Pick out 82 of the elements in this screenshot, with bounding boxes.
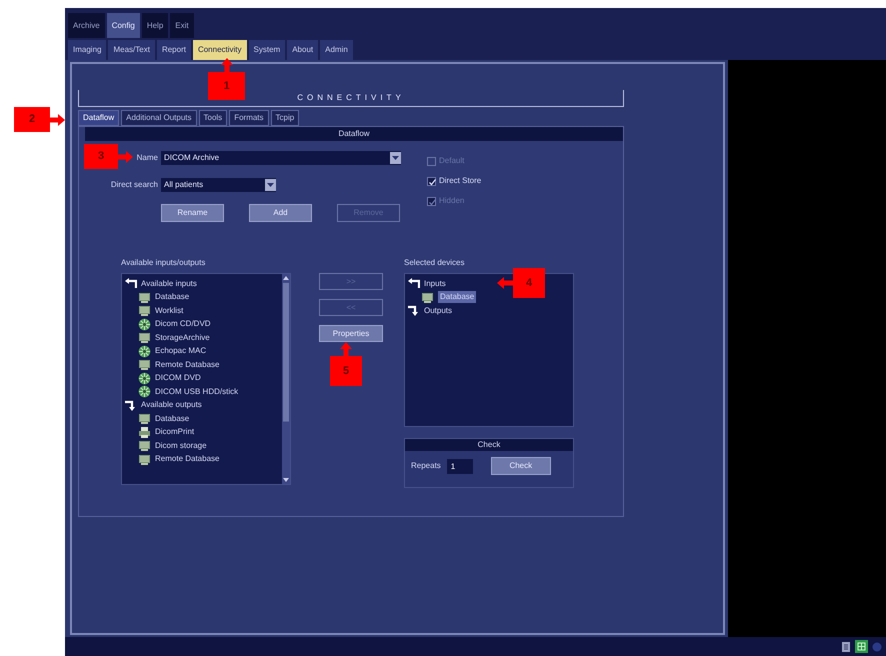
tree-item[interactable]: Inputs [424, 278, 446, 290]
field-label: Direct search [110, 179, 158, 191]
tree-item[interactable]: StorageArchive [155, 332, 210, 344]
drive-icon [138, 452, 151, 466]
settings-tab[interactable]: Connectivity [192, 40, 247, 60]
tree-item[interactable]: Dicom storage [155, 440, 207, 452]
callout-number: 2 [14, 107, 50, 132]
disc-icon [138, 372, 151, 385]
drive-icon [138, 439, 151, 452]
settings-tab[interactable]: Imaging [68, 40, 106, 60]
panel-header: Check [405, 439, 573, 451]
checkbox-label: Hidden [439, 195, 464, 207]
tree-item[interactable]: Database [155, 412, 190, 425]
panel-header: Dataflow [85, 127, 623, 141]
sub-tab[interactable]: Dataflow [78, 110, 120, 126]
turn-arrow-icon [124, 398, 137, 412]
turn-arrow-icon [124, 277, 137, 290]
arrow-icon [497, 277, 513, 289]
checkbox-label: Default [439, 155, 464, 167]
repeats-field[interactable]: 1 [446, 458, 473, 474]
settings-tab[interactable]: Meas/Text [108, 40, 155, 60]
document-icon[interactable] [841, 640, 851, 652]
tree-item[interactable]: DicomPrint [155, 426, 194, 438]
action-button[interactable]: Add [249, 204, 312, 222]
tree-item[interactable]: Outputs [424, 304, 452, 317]
tree-item[interactable]: Dicom CD/DVD [155, 318, 211, 330]
checkbox-label: Direct Store [439, 175, 482, 187]
menu-tab[interactable]: Exit [170, 13, 194, 38]
drive-icon [138, 412, 151, 426]
drive-icon [138, 290, 151, 304]
tree-item[interactable]: Database [438, 291, 476, 304]
field-label: Name [136, 152, 158, 164]
menu-tab[interactable]: Help [142, 13, 168, 38]
printer-icon [138, 426, 151, 439]
list-label: Selected devices [404, 257, 466, 269]
grid-icon[interactable] [855, 640, 868, 653]
tree-item[interactable]: Worklist [155, 304, 184, 317]
callout-number: 3 [84, 144, 118, 169]
sub-tab[interactable]: Additional Outputs [121, 110, 196, 126]
move-button[interactable]: Properties [319, 325, 383, 342]
arrow-icon [50, 114, 65, 126]
settings-tab[interactable]: Report [156, 40, 191, 60]
disc-icon [138, 344, 151, 358]
tree-item[interactable]: Available inputs [141, 278, 197, 290]
turn-arrow-icon [407, 304, 420, 318]
settings-tab[interactable]: About [287, 40, 318, 60]
sub-tab[interactable]: Tools [198, 110, 228, 126]
callout-number: 4 [513, 268, 545, 298]
tree-item[interactable]: Database [155, 291, 190, 304]
settings-tab[interactable]: Admin [320, 40, 353, 60]
settings-tab[interactable]: System [248, 40, 286, 60]
tree-item[interactable]: DICOM USB HDD/stick [155, 386, 238, 398]
arrow-icon [220, 58, 232, 72]
disc-icon [138, 318, 151, 331]
sub-tab[interactable]: Tcpip [270, 110, 300, 126]
tree-item[interactable]: DICOM DVD [155, 372, 201, 384]
search-dropdown[interactable]: All patients [161, 178, 276, 192]
drive-icon [138, 304, 151, 318]
sub-tab[interactable]: Formats [229, 110, 269, 126]
name-dropdown[interactable]: DICOM Archive [161, 151, 401, 165]
callout-number: 5 [330, 356, 362, 386]
drive-icon [421, 290, 434, 304]
menu-tab[interactable]: Config [106, 13, 140, 38]
disc-icon [138, 385, 151, 398]
drive-icon [138, 331, 151, 344]
arrow-icon [340, 342, 352, 356]
action-button[interactable]: Rename [161, 204, 224, 222]
field-label: Repeats [411, 460, 441, 472]
device-list[interactable]: Available inputs Database Worklist Dicom CD/DVD StorageArchive Echopac MAC Remote Database DICOM DVD DICOM USB HDD/stick Available outputs Database DicomPrint Dicom storage Remote Database [121, 273, 291, 485]
callout-number: 1 [208, 72, 245, 100]
tree-item[interactable]: Remote Database [155, 358, 220, 371]
tree-item[interactable]: Available outputs [141, 399, 202, 412]
checkbox[interactable] [427, 176, 436, 186]
list-label: Available inputs/outputs [121, 257, 206, 269]
scrollbar[interactable] [282, 274, 290, 484]
tree-item[interactable]: Remote Database [155, 453, 220, 466]
arrow-icon [118, 150, 133, 162]
check-button[interactable]: Check [490, 457, 551, 475]
menu-tab[interactable]: Archive [68, 13, 105, 38]
tree-item[interactable]: Echopac MAC [155, 345, 206, 358]
turn-arrow-icon [407, 277, 420, 290]
drive-icon [138, 358, 151, 372]
